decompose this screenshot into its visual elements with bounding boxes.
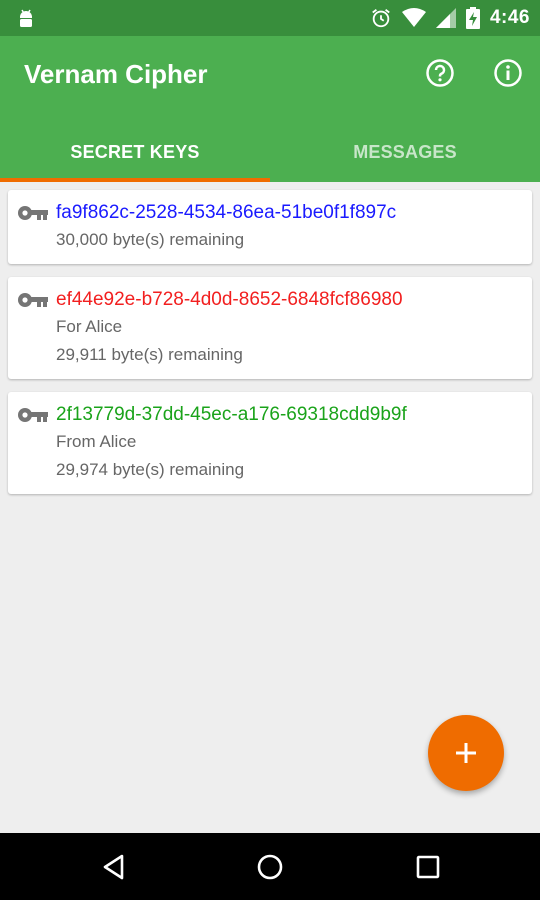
home-icon[interactable] (256, 853, 284, 881)
key-icon (18, 293, 48, 307)
key-card[interactable]: 2f13779d-37dd-45ec-a176-69318cdd9b9f Fro… (8, 392, 532, 494)
tab-bar: SECRET KEYS MESSAGES (0, 123, 540, 182)
recents-icon[interactable] (414, 853, 442, 881)
tab-indicator (0, 178, 270, 182)
info-button[interactable] (492, 57, 524, 89)
plus-icon (456, 743, 476, 763)
info-icon (494, 59, 522, 87)
signal-icon (435, 8, 456, 28)
key-note: From Alice (56, 432, 137, 451)
key-remaining: 29,911 byte(s) remaining (56, 345, 243, 364)
status-bar: 4:46 (0, 0, 540, 36)
key-icon (18, 206, 48, 220)
key-id: 2f13779d-37dd-45ec-a176-69318cdd9b9f (56, 404, 407, 425)
add-key-button[interactable] (428, 715, 504, 791)
app-title: Vernam Cipher (24, 59, 208, 89)
key-id: ef44e92e-b728-4d0d-8652-6848fcf86980 (56, 289, 403, 310)
key-card[interactable]: fa9f862c-2528-4534-86ea-51be0f1f897c 30,… (8, 190, 532, 264)
help-button[interactable] (424, 57, 456, 89)
tab-secret-keys[interactable]: SECRET KEYS (0, 123, 270, 182)
key-remaining: 30,000 byte(s) remaining (56, 230, 245, 249)
wifi-icon (401, 8, 426, 27)
key-list: fa9f862c-2528-4534-86ea-51be0f1f897c 30,… (8, 190, 532, 507)
key-card[interactable]: ef44e92e-b728-4d0d-8652-6848fcf86980 For… (8, 277, 532, 379)
navigation-bar (0, 833, 540, 900)
key-id: fa9f862c-2528-4534-86ea-51be0f1f897c (56, 202, 397, 223)
alarm-icon (372, 9, 390, 28)
key-icon (18, 408, 48, 422)
clock: 4:46 (489, 7, 530, 28)
app-bar: Vernam Cipher SECRET KEYS MESSAGES (0, 36, 540, 182)
android-icon (20, 9, 32, 27)
back-icon[interactable] (100, 853, 128, 881)
tab-messages[interactable]: MESSAGES (270, 123, 540, 182)
key-note: For Alice (56, 317, 123, 336)
key-remaining: 29,974 byte(s) remaining (56, 460, 245, 479)
help-icon (426, 59, 454, 87)
battery-charging-icon (465, 7, 480, 29)
